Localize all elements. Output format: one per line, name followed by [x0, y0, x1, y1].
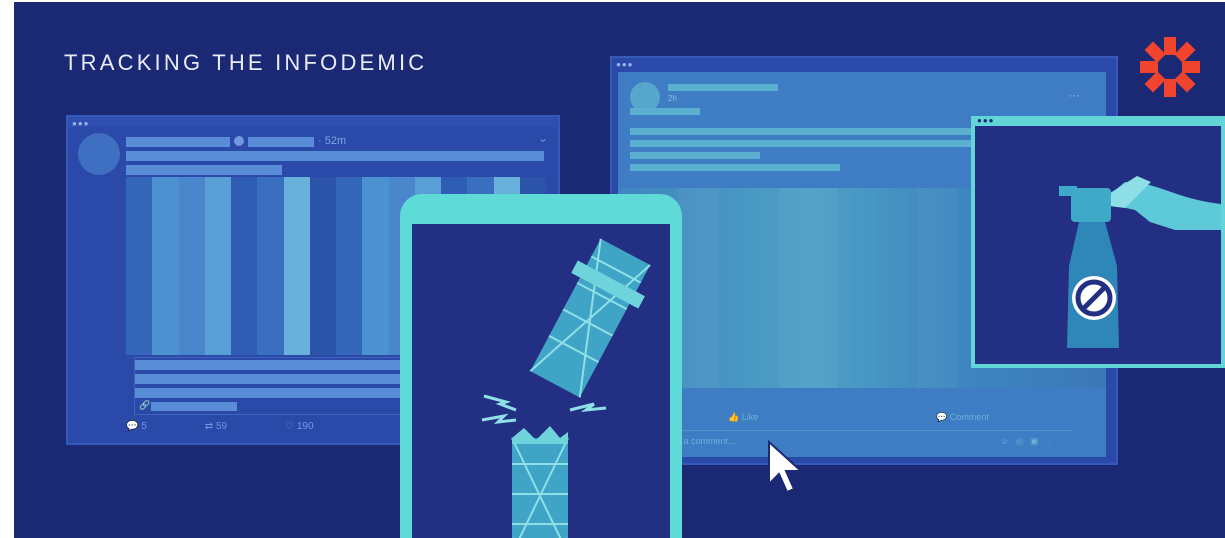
redacted-text-line: [151, 402, 237, 411]
post-time: 2h: [668, 94, 677, 103]
disinfectant-window: ●●●: [971, 116, 1225, 368]
banner-title: TRACKING THE INFODEMIC: [64, 50, 428, 75]
retweet-icon: ⇄: [204, 421, 214, 432]
reply-icon: 💬: [126, 421, 139, 432]
reply-count: 5: [141, 421, 147, 432]
comment-icon: 💬: [936, 412, 948, 422]
heart-icon: ♡: [285, 421, 295, 432]
redacted-text-line: [126, 151, 544, 161]
retweet-button[interactable]: ⇄ 59: [205, 421, 227, 432]
redacted-text-line: [630, 108, 700, 115]
like-count: 190: [296, 421, 314, 432]
redacted-text-line: [630, 152, 760, 159]
quoted-card: 🔗: [134, 357, 436, 415]
like-label: Like: [741, 412, 759, 422]
red-starburst-logo-icon: [1140, 37, 1200, 97]
redacted-text-line: [126, 165, 282, 175]
redacted-handle: [248, 137, 314, 147]
thumbs-up-icon: 👍: [728, 412, 740, 422]
retweet-count: 59: [215, 421, 228, 432]
redacted-name: [668, 84, 778, 91]
redacted-text-line: [630, 164, 840, 171]
window-dots-icon: ●●●: [977, 116, 995, 125]
mouse-pointer-icon: [768, 440, 804, 494]
emoji-icons[interactable]: ☺ ◎ ▣ ◌: [1000, 436, 1052, 447]
reply-button[interactable]: 💬 5: [126, 421, 147, 432]
redacted-text-line: [135, 374, 435, 384]
redacted-name: [126, 137, 230, 147]
broken-tower-illustration: [412, 224, 670, 538]
like-button[interactable]: ♡ 190: [285, 421, 313, 432]
more-options-icon[interactable]: ···: [1068, 88, 1080, 102]
redacted-text-line: [135, 388, 435, 398]
smartphone: [400, 194, 682, 538]
redacted-text-line: [135, 360, 435, 370]
comment-input[interactable]: e a comment...: [676, 436, 736, 446]
divider: [672, 430, 1072, 431]
like-button[interactable]: 👍 Like: [728, 412, 758, 423]
window-titlebar: [68, 117, 558, 127]
broken-tower-icon: [481, 238, 651, 538]
window-dots-icon: ●●●: [72, 119, 90, 128]
spray-bottle-icon: [1059, 176, 1221, 348]
comment-button[interactable]: 💬 Comment: [936, 412, 989, 423]
spray-bottle-illustration: [975, 126, 1221, 364]
window-dots-icon: ●●●: [616, 60, 634, 69]
hero-banner: TRACKING THE INFODEMIC ●●● · 52m ⌄ 🔗 💬 5…: [14, 2, 1225, 538]
tweet-time: · 52m: [318, 135, 347, 147]
link-icon: 🔗: [139, 400, 151, 410]
redacted-text-line: [630, 128, 980, 135]
redacted-text-line: [630, 140, 980, 147]
verified-badge-icon: [234, 136, 244, 146]
avatar: [78, 133, 120, 175]
comment-label: Comment: [949, 412, 989, 422]
chevron-down-icon: ⌄: [537, 131, 548, 145]
